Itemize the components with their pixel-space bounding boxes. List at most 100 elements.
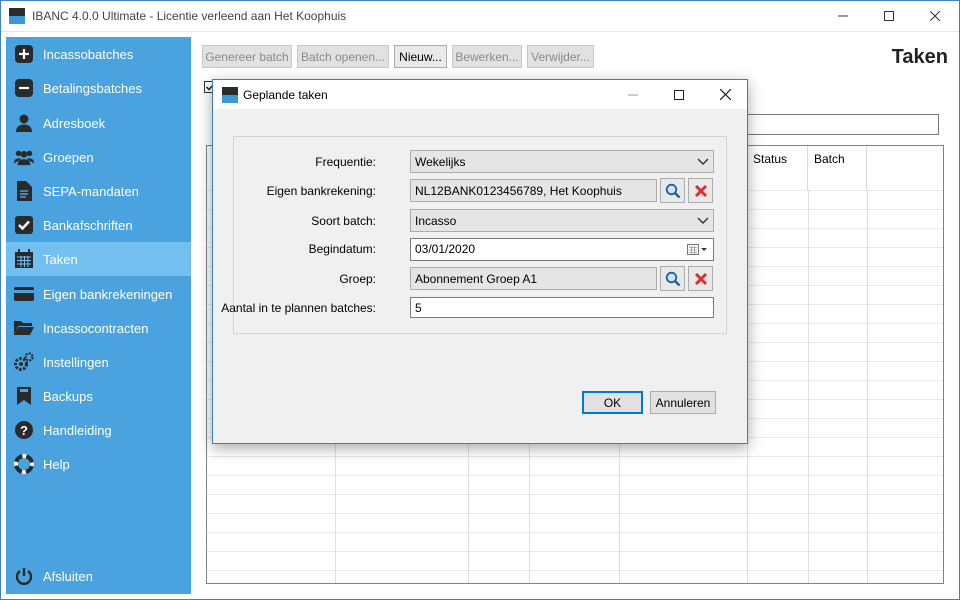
column-header-status[interactable]: Status bbox=[747, 146, 808, 190]
dialog-minimize-button[interactable] bbox=[610, 80, 656, 109]
clear-icon bbox=[694, 184, 707, 197]
delete-button[interactable]: Verwijder... bbox=[527, 45, 594, 68]
grid-divider bbox=[207, 532, 943, 533]
sidebar-item-backups[interactable]: Backups bbox=[6, 379, 191, 413]
maximize-button[interactable] bbox=[866, 0, 912, 32]
sidebar-item-label: Help bbox=[43, 456, 70, 472]
open-batch-button[interactable]: Batch openen... bbox=[297, 45, 389, 68]
sidebar-item-label: Eigen bankrekeningen bbox=[43, 286, 173, 302]
scheduled-tasks-dialog: Geplande taken Frequentie: Wekelijks Eig… bbox=[212, 79, 748, 444]
minimize-icon bbox=[838, 15, 848, 17]
account-clear-button[interactable] bbox=[688, 178, 713, 203]
app-icon bbox=[9, 8, 25, 24]
dialog-titlebar: Geplande taken bbox=[213, 80, 747, 109]
calendar-icon bbox=[14, 249, 34, 269]
clear-icon bbox=[694, 272, 707, 285]
sidebar-item-handleiding[interactable]: ? Handleiding bbox=[6, 413, 191, 447]
batch-type-value: Incasso bbox=[415, 214, 457, 228]
column-header-batch[interactable]: Batch bbox=[808, 146, 867, 190]
chevron-down-icon bbox=[697, 217, 709, 224]
app-icon bbox=[222, 87, 238, 103]
grid-divider bbox=[808, 190, 809, 583]
sidebar-item-label: Betalingsbatches bbox=[43, 80, 143, 96]
group-clear-button[interactable] bbox=[688, 266, 713, 291]
account-search-button[interactable] bbox=[660, 178, 685, 203]
maximize-icon bbox=[674, 89, 684, 100]
sidebar-item-sepa-mandaten[interactable]: SEPA-mandaten bbox=[6, 174, 191, 208]
sidebar-item-taken[interactable]: Taken bbox=[6, 242, 191, 276]
sidebar-item-incassocontracten[interactable]: Incassocontracten bbox=[6, 311, 191, 345]
account-label: Eigen bankrekening: bbox=[266, 184, 376, 198]
sidebar-item-eigen-bankrekeningen[interactable]: Eigen bankrekeningen bbox=[6, 277, 191, 311]
batch-type-label: Soort batch: bbox=[311, 214, 376, 228]
page-title: Taken bbox=[891, 46, 948, 68]
sidebar-item-afsluiten[interactable]: Afsluiten bbox=[6, 559, 191, 593]
sidebar-item-label: Taken bbox=[43, 251, 78, 267]
sidebar-item-label: SEPA-mandaten bbox=[43, 183, 139, 199]
edit-button[interactable]: Bewerken... bbox=[452, 45, 522, 68]
group-icon bbox=[14, 147, 34, 167]
sidebar-item-incassobatches[interactable]: Incassobatches bbox=[6, 37, 191, 71]
grid-divider bbox=[207, 475, 943, 476]
account-value: NL12BANK0123456789, Het Koophuis bbox=[415, 184, 622, 198]
sidebar-item-adresboek[interactable]: Adresboek bbox=[6, 106, 191, 140]
person-icon bbox=[14, 113, 34, 133]
ok-button[interactable]: OK bbox=[582, 391, 643, 414]
batch-type-select[interactable]: Incasso bbox=[410, 209, 714, 232]
sidebar-item-help[interactable]: Help bbox=[6, 447, 191, 481]
grid-divider bbox=[207, 551, 943, 552]
sidebar-item-label: Bankafschriften bbox=[43, 217, 133, 233]
checkbox-icon bbox=[14, 215, 34, 235]
new-button[interactable]: Nieuw... bbox=[394, 45, 447, 68]
dialog-title: Geplande taken bbox=[243, 88, 328, 102]
dialog-maximize-button[interactable] bbox=[656, 80, 702, 109]
start-date-value: 03/01/2020 bbox=[415, 242, 476, 256]
minus-circle-icon bbox=[14, 78, 34, 98]
search-icon bbox=[665, 271, 680, 286]
search-input[interactable] bbox=[740, 114, 939, 135]
window-title: IBANC 4.0.0 Ultimate - Licentie verleend… bbox=[32, 9, 347, 23]
calendar-picker-icon[interactable] bbox=[687, 243, 707, 256]
generate-batch-button[interactable]: Genereer batch bbox=[202, 45, 292, 68]
dialog-close-button[interactable] bbox=[702, 80, 748, 109]
cancel-button[interactable]: Annuleren bbox=[650, 391, 716, 414]
grid-divider bbox=[207, 570, 943, 571]
lifebuoy-icon bbox=[14, 454, 34, 474]
sidebar: Incassobatches Betalingsbatches Adresboe… bbox=[6, 37, 191, 594]
count-label: Aantal in te plannen batches: bbox=[221, 301, 376, 315]
frequency-label: Frequentie: bbox=[315, 155, 376, 169]
group-search-button[interactable] bbox=[660, 266, 685, 291]
grid-divider bbox=[207, 513, 943, 514]
start-date-input[interactable]: 03/01/2020 bbox=[410, 238, 714, 261]
chevron-down-icon bbox=[697, 158, 709, 165]
frequency-select[interactable]: Wekelijks bbox=[410, 150, 714, 173]
sidebar-item-label: Handleiding bbox=[43, 422, 112, 438]
close-button[interactable] bbox=[912, 0, 958, 32]
question-icon: ? bbox=[14, 420, 34, 440]
bookmark-icon bbox=[14, 386, 34, 406]
maximize-icon bbox=[884, 11, 894, 21]
sidebar-item-instellingen[interactable]: Instellingen bbox=[6, 345, 191, 379]
grid-divider bbox=[207, 494, 943, 495]
search-icon bbox=[665, 183, 680, 198]
grid-divider bbox=[867, 190, 868, 583]
plus-circle-icon bbox=[14, 44, 34, 64]
sidebar-item-betalingsbatches[interactable]: Betalingsbatches bbox=[6, 71, 191, 105]
window-titlebar: IBANC 4.0.0 Ultimate - Licentie verleend… bbox=[0, 0, 960, 32]
count-input[interactable]: 5 bbox=[410, 297, 714, 318]
sidebar-item-groepen[interactable]: Groepen bbox=[6, 140, 191, 174]
close-icon bbox=[930, 11, 940, 21]
sidebar-item-bankafschriften[interactable]: Bankafschriften bbox=[6, 208, 191, 242]
document-icon bbox=[14, 181, 34, 201]
group-field[interactable]: Abonnement Groep A1 bbox=[410, 267, 657, 290]
minimize-button[interactable] bbox=[820, 0, 866, 32]
power-icon bbox=[14, 566, 34, 586]
frequency-value: Wekelijks bbox=[415, 155, 466, 169]
group-value: Abonnement Groep A1 bbox=[415, 272, 538, 286]
sidebar-item-label: Incassocontracten bbox=[43, 320, 149, 336]
sidebar-item-label: Afsluiten bbox=[43, 568, 93, 584]
account-field[interactable]: NL12BANK0123456789, Het Koophuis bbox=[410, 179, 657, 202]
group-label: Groep: bbox=[339, 272, 376, 286]
start-date-label: Begindatum: bbox=[308, 242, 376, 256]
sidebar-item-label: Groepen bbox=[43, 149, 94, 165]
